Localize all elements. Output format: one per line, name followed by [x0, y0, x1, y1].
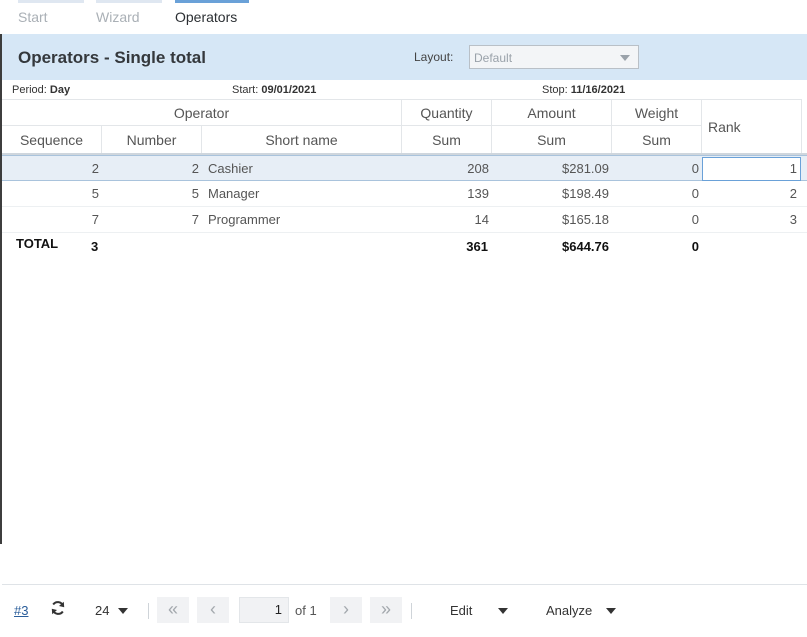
header-short-name[interactable]: Short name — [202, 126, 402, 154]
caret-down-icon[interactable] — [118, 608, 128, 614]
tab-strip: Start Wizard Operators — [0, 0, 807, 34]
cell-rank: 1 — [789, 161, 797, 176]
cell-number: 5 — [191, 186, 199, 201]
page-title: Operators - Single total — [18, 48, 206, 67]
header-operator: Operator — [2, 99, 402, 126]
page-count: of 1 — [295, 603, 317, 618]
chevron-right-icon[interactable]: › — [330, 597, 362, 623]
tab-operators[interactable]: Operators — [175, 0, 249, 34]
tab-start-label: Start — [18, 9, 48, 25]
start-label: Start: — [232, 84, 259, 96]
total-label: TOTAL — [16, 236, 59, 251]
table-row[interactable]: 7 7 Programmer 14 $165.18 0 3 — [2, 207, 807, 233]
total-quantity: 361 — [466, 239, 488, 254]
tab-operators-label: Operators — [175, 9, 238, 25]
cell-quantity: 139 — [467, 186, 489, 201]
cell-sequence: 2 — [91, 161, 99, 176]
tab-wizard-label: Wizard — [96, 9, 140, 25]
divider — [411, 603, 412, 619]
cell-quantity: 14 — [474, 212, 489, 227]
stop-value: 11/16/2021 — [570, 84, 626, 96]
chevron-left-icon[interactable]: ‹ — [197, 597, 229, 623]
total-count: 3 — [91, 239, 99, 254]
layout-select[interactable]: Default — [469, 45, 639, 69]
cell-sequence: 5 — [91, 186, 99, 201]
tab-start[interactable]: Start — [18, 0, 84, 34]
header-sequence[interactable]: Sequence — [2, 126, 102, 154]
caret-down-icon — [620, 55, 630, 61]
header-amount: Amount — [492, 99, 612, 126]
cell-sequence: 7 — [91, 212, 99, 227]
rank-edit-box[interactable]: 1 — [702, 157, 801, 181]
double-chevron-right-icon[interactable]: » — [370, 597, 402, 623]
double-chevron-left-icon[interactable]: « — [157, 597, 189, 623]
header-quantity: Quantity — [402, 99, 492, 126]
tab-wizard[interactable]: Wizard — [96, 0, 162, 34]
header-quantity-sum[interactable]: Sum — [402, 126, 492, 154]
cell-quantity: 208 — [467, 161, 489, 176]
cell-amount: $198.49 — [562, 186, 609, 201]
tab-indicator — [175, 0, 249, 3]
cell-weight: 0 — [691, 212, 699, 227]
tab-indicator — [96, 0, 162, 3]
total-weight: 0 — [691, 239, 699, 254]
footer-toolbar: #3 24 « ‹ 1 of 1 › » Edit Analyze — [2, 584, 807, 637]
report-header: Operators - Single total Layout: Default — [2, 34, 807, 80]
cell-rank: 3 — [789, 212, 797, 227]
tab-indicator — [18, 0, 84, 3]
refresh-icon[interactable] — [50, 600, 66, 621]
cell-short-name: Cashier — [208, 161, 253, 176]
edit-menu[interactable]: Edit — [450, 603, 472, 618]
cell-number: 7 — [191, 212, 199, 227]
cell-rank: 2 — [789, 186, 797, 201]
divider — [148, 603, 149, 619]
stop-label: Stop: — [542, 84, 568, 96]
analyze-menu[interactable]: Analyze — [546, 603, 592, 618]
start-value: 09/01/2021 — [261, 84, 317, 96]
period-label: Period: — [12, 84, 47, 96]
header-amount-sum[interactable]: Sum — [492, 126, 612, 154]
cell-amount: $281.09 — [562, 161, 609, 176]
layout-label: Layout: — [414, 50, 454, 64]
stop-info: Stop: 11/16/2021 — [542, 84, 625, 96]
header-number[interactable]: Number — [102, 126, 202, 154]
record-link[interactable]: #3 — [14, 603, 28, 618]
cell-weight: 0 — [691, 186, 699, 201]
caret-down-icon[interactable] — [606, 608, 616, 614]
cell-short-name: Manager — [208, 186, 260, 201]
start-info: Start: 09/01/2021 — [232, 84, 316, 96]
total-amount: $644.76 — [562, 239, 609, 254]
header-weight-sum[interactable]: Sum — [612, 126, 702, 154]
cell-weight: 0 — [691, 161, 699, 176]
cell-short-name: Programmer — [208, 212, 281, 227]
table-row[interactable]: 5 5 Manager 139 $198.49 0 2 — [2, 181, 807, 207]
period-info: Period: Day — [12, 84, 70, 96]
page-number-input[interactable]: 1 — [239, 597, 289, 623]
page-size-value[interactable]: 24 — [95, 603, 109, 618]
period-value: Day — [49, 84, 71, 96]
caret-down-icon[interactable] — [498, 608, 508, 614]
layout-select-value: Default — [474, 51, 513, 65]
table-row[interactable]: 2 2 Cashier 208 $281.09 0 1 — [2, 155, 807, 181]
header-rank[interactable]: Rank — [702, 99, 802, 154]
cell-number: 2 — [191, 161, 199, 176]
header-weight: Weight — [612, 99, 702, 126]
total-row: TOTAL 3 361 $644.76 0 — [2, 234, 807, 260]
cell-amount: $165.18 — [562, 212, 609, 227]
